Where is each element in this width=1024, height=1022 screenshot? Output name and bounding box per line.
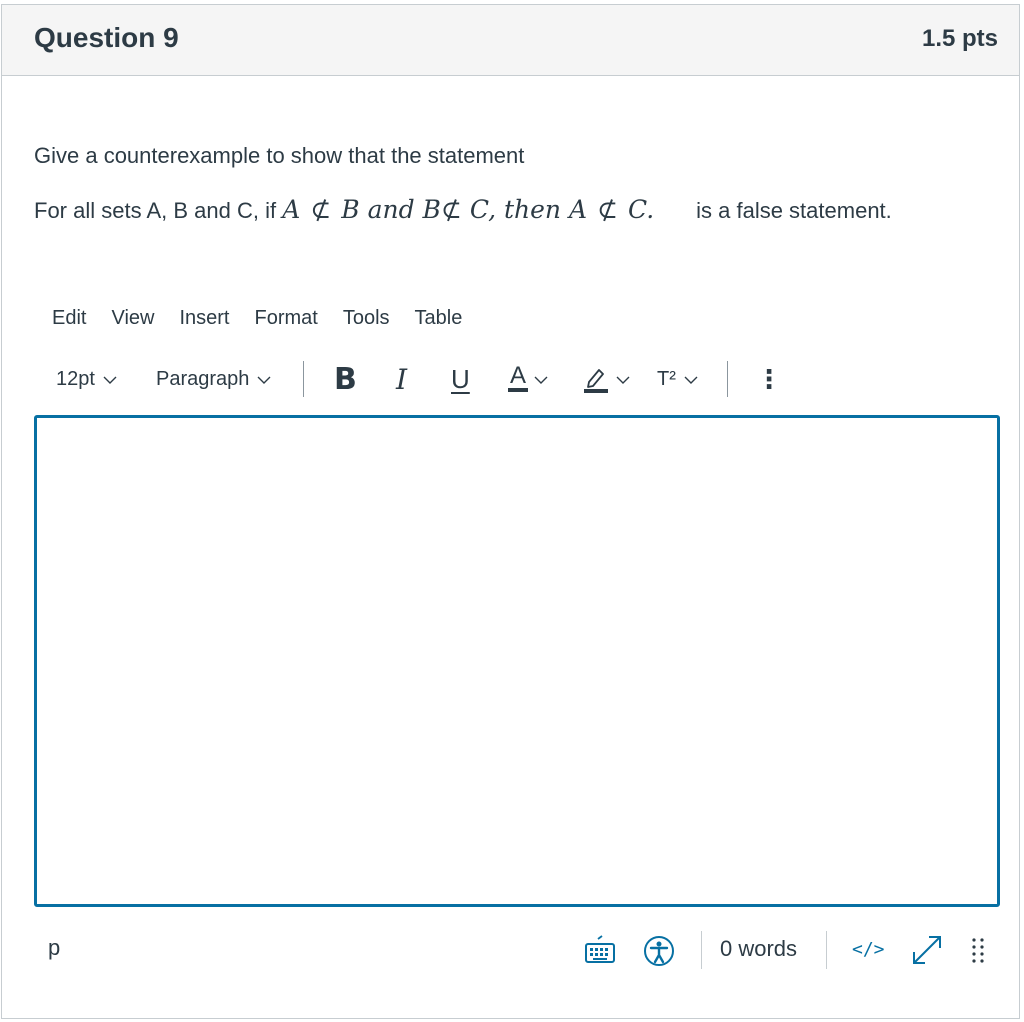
rich-text-editor-area[interactable] bbox=[34, 415, 1000, 907]
chevron-down-icon bbox=[534, 376, 548, 384]
question-header: Question 9 1.5 pts bbox=[2, 5, 1019, 76]
chevron-down-icon bbox=[684, 376, 698, 384]
underline-button[interactable]: U bbox=[451, 359, 470, 399]
toolbar-separator bbox=[303, 361, 304, 397]
menu-insert[interactable]: Insert bbox=[179, 307, 229, 335]
resize-handle-icon[interactable] bbox=[970, 937, 986, 965]
element-path[interactable]: p bbox=[48, 935, 60, 961]
block-format-value: Paragraph bbox=[156, 367, 250, 390]
question-points: 1.5 pts bbox=[921, 25, 998, 52]
math-b2: B bbox=[422, 195, 441, 224]
prompt-suffix: is a false statement. bbox=[696, 198, 892, 223]
font-size-dropdown[interactable]: 12pt bbox=[56, 359, 117, 399]
math-then: then bbox=[503, 195, 562, 224]
statusbar-separator bbox=[826, 931, 827, 969]
html-editor-toggle[interactable]: </> bbox=[852, 939, 885, 960]
superscript-dropdown[interactable]: T² bbox=[657, 359, 698, 399]
font-size-value: 12pt bbox=[56, 367, 95, 390]
toolbar-separator bbox=[727, 361, 728, 397]
math-a1: A bbox=[282, 195, 301, 224]
math-not-subset-2: ⊄ bbox=[440, 195, 462, 224]
editor-menubar: Edit View Insert Format Tools Table bbox=[52, 307, 487, 335]
italic-button[interactable]: I bbox=[396, 359, 407, 399]
bold-icon: B bbox=[334, 361, 357, 397]
question-title: Question 9 bbox=[34, 22, 179, 53]
highlighter-icon bbox=[584, 369, 608, 393]
math-b1: B bbox=[341, 195, 360, 224]
accessibility-icon[interactable] bbox=[643, 935, 675, 967]
math-not-subset-3: ⊄ bbox=[597, 195, 618, 224]
bold-button[interactable]: B bbox=[334, 359, 357, 399]
math-a2: A bbox=[568, 195, 588, 224]
menu-table[interactable]: Table bbox=[415, 307, 463, 335]
math-not-subset-1: ⊄ bbox=[310, 195, 332, 224]
word-count[interactable]: 0 words bbox=[720, 936, 797, 962]
question-prompt-line1: Give a counterexample to show that the s… bbox=[34, 143, 525, 168]
menu-tools[interactable]: Tools bbox=[343, 307, 390, 335]
editor-toolbar: 12pt Paragraph B I U A T² ⋮ bbox=[56, 359, 796, 399]
statusbar-separator bbox=[701, 931, 702, 969]
math-and: and bbox=[367, 195, 415, 224]
menu-format[interactable]: Format bbox=[255, 307, 318, 335]
question-card: Question 9 1.5 pts Give a counterexample… bbox=[1, 4, 1020, 1019]
question-prompt-line2: For all sets A, B and C, if A ⊄ B and B⊄ C… bbox=[34, 195, 892, 224]
math-expression: A ⊄ B and B⊄ C, then A ⊄ C. bbox=[282, 195, 662, 224]
chevron-down-icon bbox=[257, 376, 271, 384]
menu-view[interactable]: View bbox=[111, 307, 154, 335]
math-c1: C, bbox=[469, 195, 497, 224]
editor-statusbar: p 0 words </> bbox=[2, 925, 1019, 975]
more-options-button[interactable]: ⋮ bbox=[756, 359, 782, 399]
math-c2: C. bbox=[627, 195, 655, 224]
underline-icon: U bbox=[451, 363, 470, 394]
text-color-dropdown[interactable]: A bbox=[508, 359, 548, 399]
block-format-dropdown[interactable]: Paragraph bbox=[156, 359, 271, 399]
more-vertical-icon: ⋮ bbox=[756, 363, 782, 394]
prompt-prefix: For all sets A, B and C, if bbox=[34, 198, 277, 223]
text-color-icon: A bbox=[508, 362, 529, 396]
chevron-down-icon bbox=[103, 376, 117, 384]
keyboard-icon[interactable] bbox=[584, 934, 616, 966]
highlight-color-dropdown[interactable] bbox=[584, 359, 630, 399]
fullscreen-icon[interactable] bbox=[910, 933, 944, 967]
superscript-icon: T² bbox=[657, 367, 676, 390]
menu-edit[interactable]: Edit bbox=[52, 307, 86, 335]
italic-icon: I bbox=[396, 362, 408, 396]
chevron-down-icon bbox=[616, 376, 630, 384]
